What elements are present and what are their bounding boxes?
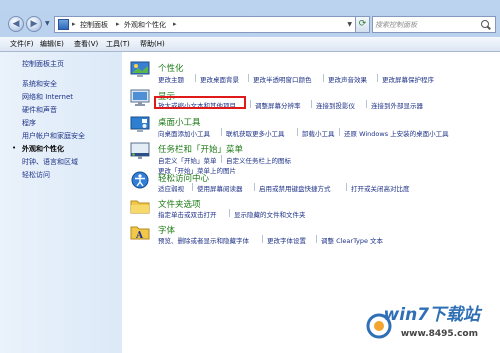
control-panel-icon	[58, 19, 69, 30]
breadcrumb-separator[interactable]: ▸	[72, 20, 76, 28]
annotation-highlight-box	[154, 96, 246, 109]
link-change-sounds[interactable]: 更改声音效果	[328, 74, 367, 84]
watermark: win7下载站 www.8495.com	[366, 305, 492, 347]
link-change-window-color[interactable]: 更改半透明窗口颜色	[253, 74, 312, 84]
link-external-display[interactable]: 连接到外部显示器	[371, 100, 423, 110]
link-adjust-cleartype[interactable]: 调整 ClearType 文本	[321, 235, 383, 245]
link-keyboard-shortcuts[interactable]: 启用或禁用键盘快捷方式	[259, 183, 331, 193]
menu-help[interactable]: 帮助(H)	[140, 39, 165, 49]
link-connect-projector[interactable]: 连接到投影仪	[316, 100, 355, 110]
breadcrumb-separator[interactable]: ▸	[173, 20, 177, 28]
refresh-button[interactable]: ⟳	[355, 16, 370, 33]
sidebar-item-ease-of-access[interactable]: 轻松访问	[22, 170, 50, 180]
link-divider	[323, 74, 324, 82]
link-get-more-gadgets[interactable]: 联机获取更多小工具	[226, 128, 285, 138]
link-divider	[262, 235, 263, 243]
address-bar[interactable]: ▸ 控制面板 ▸ 外观和个性化 ▸ ▼	[54, 16, 356, 33]
link-divider	[221, 155, 222, 163]
link-divider	[192, 183, 193, 191]
link-restore-gadgets[interactable]: 还原 Windows 上安装的桌面小工具	[344, 128, 449, 138]
link-divider	[316, 235, 317, 243]
link-divider	[221, 128, 222, 136]
navigation-bar: ◀ ▶ ▼ ▸ 控制面板 ▸ 外观和个性化 ▸ ▼ ⟳	[0, 14, 500, 36]
sidebar-item-user-accounts[interactable]: 用户帐户和家庭安全	[22, 131, 85, 141]
search-box[interactable]	[372, 16, 496, 33]
link-use-screen-reader[interactable]: 使用屏幕阅读器	[197, 183, 243, 193]
folder-options-icon[interactable]	[130, 197, 150, 215]
link-change-theme[interactable]: 更改主题	[158, 74, 184, 84]
link-high-contrast[interactable]: 打开或关闭高对比度	[351, 183, 410, 193]
link-divider	[366, 100, 367, 108]
display-icon[interactable]	[130, 89, 150, 107]
fonts-icon[interactable]: A	[130, 223, 150, 241]
search-icon[interactable]	[481, 20, 489, 28]
watermark-brand: win7下载站	[383, 305, 480, 325]
link-uninstall-gadget[interactable]: 卸载小工具	[302, 128, 335, 138]
link-change-desktop-background[interactable]: 更改桌面背景	[200, 74, 239, 84]
category-title-personalization[interactable]: 个性化	[158, 62, 184, 74]
menu-edit[interactable]: 编辑(E)	[40, 39, 64, 49]
forward-button[interactable]: ▶	[26, 16, 42, 32]
link-divider	[250, 100, 251, 108]
desktop-gadgets-icon[interactable]	[130, 115, 150, 133]
link-divider	[346, 183, 347, 191]
breadcrumb-appearance[interactable]: 外观和个性化	[124, 20, 166, 30]
search-input[interactable]	[375, 18, 479, 31]
link-divider	[195, 74, 196, 82]
menu-bar: 文件(F) 编辑(E) 查看(V) 工具(T) 帮助(H)	[0, 37, 500, 52]
link-add-gadgets[interactable]: 向桌面添加小工具	[158, 128, 210, 138]
link-divider	[297, 128, 298, 136]
sidebar-item-system-security[interactable]: 系统和安全	[22, 79, 57, 89]
ease-of-access-icon[interactable]	[130, 171, 150, 189]
link-divider	[248, 74, 249, 82]
link-divider	[229, 209, 230, 217]
taskbar-icon[interactable]	[130, 142, 150, 160]
back-button[interactable]: ◀	[8, 16, 24, 32]
link-divider	[339, 128, 340, 136]
svg-text:A: A	[135, 231, 144, 241]
current-item-bullet: •	[12, 144, 17, 152]
sidebar-item-clock-region[interactable]: 时钟、语言和区域	[22, 157, 78, 167]
sidebar-item-appearance: 外观和个性化	[22, 145, 64, 153]
menu-file[interactable]: 文件(F)	[10, 39, 34, 49]
link-divider	[377, 74, 378, 82]
link-change-screensaver[interactable]: 更改屏幕保护程序	[382, 74, 434, 84]
menu-tools[interactable]: 工具(T)	[106, 39, 130, 49]
link-single-double-click[interactable]: 指定单击或双击打开	[158, 209, 217, 219]
address-history-dropdown[interactable]: ▼	[347, 21, 352, 28]
link-change-font-settings[interactable]: 更改字体设置	[267, 235, 306, 245]
link-preview-fonts[interactable]: 预览、删除或者显示和隐藏字体	[158, 235, 249, 245]
sidebar: 控制面板主页 系统和安全 网络和 Internet 硬件和声音 程序 用户帐户和…	[0, 52, 122, 353]
menu-view[interactable]: 查看(V)	[74, 39, 98, 49]
link-divider	[254, 183, 255, 191]
breadcrumb-separator[interactable]: ▸	[116, 20, 120, 28]
breadcrumb-control-panel[interactable]: 控制面板	[80, 20, 108, 30]
link-customize-taskbar-icons[interactable]: 自定义任务栏上的图标	[226, 155, 291, 165]
link-divider	[311, 100, 312, 108]
recent-pages-dropdown[interactable]: ▼	[45, 20, 50, 27]
personalization-icon[interactable]	[130, 60, 150, 78]
watermark-url: www.8495.com	[400, 329, 478, 339]
link-optimize-visual-display[interactable]: 适应弱视	[158, 183, 184, 193]
category-title-taskbar[interactable]: 任务栏和「开始」菜单	[158, 143, 243, 155]
link-show-hidden-files[interactable]: 显示隐藏的文件和文件夹	[234, 209, 306, 219]
sidebar-item-hardware-sound[interactable]: 硬件和声音	[22, 105, 57, 115]
link-customize-start-menu[interactable]: 自定义「开始」菜单	[158, 155, 217, 165]
link-screen-resolution[interactable]: 调整屏幕分辨率	[255, 100, 301, 110]
content-area: 控制面板主页 系统和安全 网络和 Internet 硬件和声音 程序 用户帐户和…	[0, 52, 500, 353]
sidebar-item-home[interactable]: 控制面板主页	[22, 59, 64, 69]
sidebar-item-programs[interactable]: 程序	[22, 118, 36, 128]
category-title-desktop-gadgets[interactable]: 桌面小工具	[158, 116, 201, 128]
sidebar-item-network[interactable]: 网络和 Internet	[22, 92, 73, 102]
